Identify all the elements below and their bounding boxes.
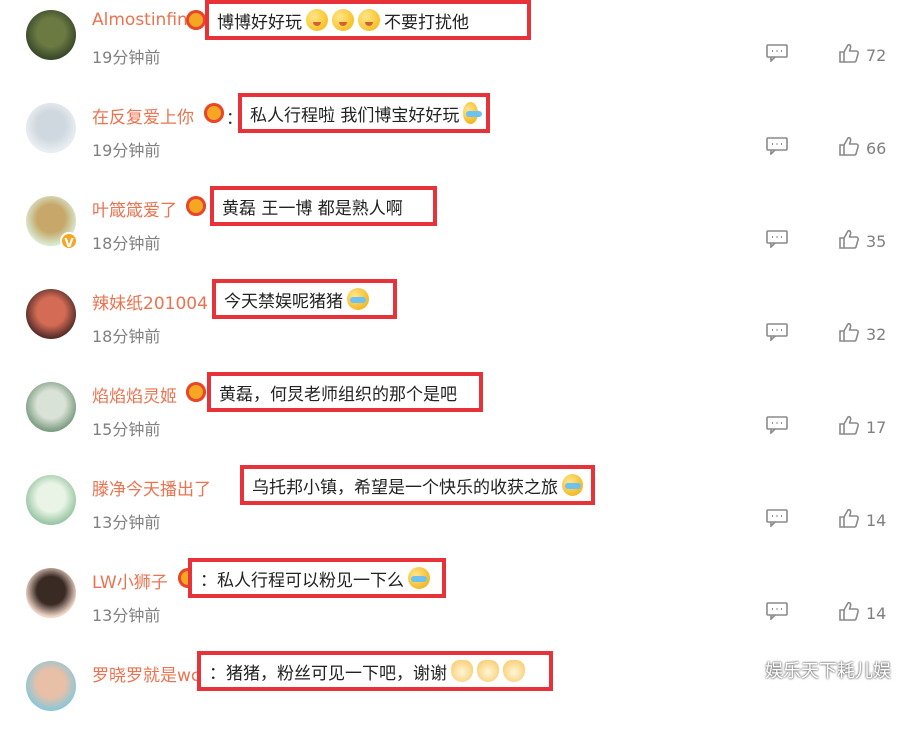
comment-row: V 叶箴箴爱了 黄磊 王一博 都是熟人啊 18分钟前 35 — [0, 186, 921, 279]
smiley-emoji-icon — [358, 9, 380, 31]
comment-text: 私人行程啦 我们博宝好好玩 — [250, 105, 460, 126]
vip-badge-icon — [186, 382, 206, 402]
comment-text: ：猪猪，粉丝可见一下吧，谢谢 — [209, 663, 447, 684]
commenter-name[interactable]: 滕净今天播出了吗 — [92, 475, 212, 500]
crying-emoji-icon — [562, 474, 583, 496]
like-count: 14 — [866, 604, 887, 623]
comment-time: 15分钟前 — [92, 420, 161, 439]
avatar[interactable] — [26, 382, 76, 432]
thumbs-up-icon[interactable] — [838, 414, 860, 436]
commenter-name[interactable]: 罗晓罗就是wc — [92, 661, 200, 686]
comment-text: 黄磊，何炅老师组织的那个是吧 — [219, 384, 457, 405]
watermark: 娱乐天下耗儿娱 — [765, 661, 891, 682]
cat-emoji-icon — [451, 660, 473, 682]
comment-row: Almostinfin：博博好好玩不要打扰他19分钟前72 — [0, 0, 921, 93]
comment-text-highlight: 私人行程啦 我们博宝好好玩 — [238, 93, 490, 133]
like-count: 66 — [866, 139, 887, 158]
comment-icon[interactable] — [766, 509, 788, 527]
commenter-name[interactable]: Almostinfin — [92, 10, 188, 30]
like-count: 35 — [866, 232, 887, 251]
vip-badge-icon — [204, 103, 224, 123]
like-count: 14 — [866, 511, 887, 530]
thumbs-up-icon[interactable] — [838, 600, 860, 622]
comment-text-highlight: ：私人行程可以粉见一下么 — [188, 558, 446, 598]
thumbs-up-icon[interactable] — [838, 228, 860, 250]
cat-emoji-icon — [503, 660, 525, 682]
cat-emoji-icon — [477, 660, 499, 682]
avatar[interactable] — [26, 10, 76, 60]
avatar[interactable] — [26, 103, 76, 153]
comment-text: 黄磊 王一博 都是熟人啊 — [222, 198, 403, 219]
thumbs-up-icon[interactable] — [838, 135, 860, 157]
crying-emoji-icon — [463, 102, 482, 124]
commenter-name[interactable]: 在反复爱上你 — [92, 103, 194, 128]
comment-icon[interactable] — [766, 416, 788, 434]
commenter-name[interactable]: 焰焰焰灵姬 — [92, 382, 177, 407]
smiley-emoji-icon — [332, 9, 354, 31]
like-count: 72 — [866, 46, 887, 65]
commenter-name[interactable]: 辣妹纸201004 — [92, 289, 208, 314]
verified-badge-icon: V — [60, 232, 78, 250]
comment-text-highlight: 乌托邦小镇，希望是一个快乐的收获之旅 — [240, 465, 595, 505]
avatar[interactable] — [26, 568, 76, 618]
comment-text-highlight: 博博好好玩 不要打扰他 — [205, 0, 531, 40]
comment-text: ：私人行程可以粉见一下么 — [200, 570, 404, 591]
comment-row: LW小狮子 ：私人行程可以粉见一下么 13分钟前 14 — [0, 558, 921, 651]
comment-text: 乌托邦小镇，希望是一个快乐的收获之旅 — [252, 477, 558, 498]
comment-time: 13分钟前 — [92, 513, 161, 532]
thumbs-up-icon[interactable] — [838, 507, 860, 529]
crying-emoji-icon — [347, 288, 369, 310]
comment-row: 焰焰焰灵姬 黄磊，何炅老师组织的那个是吧 15分钟前 17 — [0, 372, 921, 465]
comment-text: 今天禁娱呢猪猪 — [224, 291, 343, 312]
comment-text-extra: 不要打扰他 — [384, 12, 469, 33]
comment-time: 19分钟前 — [92, 48, 161, 67]
like-count: 32 — [866, 325, 887, 344]
avatar[interactable] — [26, 475, 76, 525]
comment-time: 13分钟前 — [92, 606, 161, 625]
comment-icon[interactable] — [766, 137, 788, 155]
comment-icon[interactable] — [766, 323, 788, 341]
comment-text: 博博好好玩 — [217, 12, 302, 33]
comment-time: 19分钟前 — [92, 141, 161, 160]
comment-icon[interactable] — [766, 44, 788, 62]
comment-text-highlight: 今天禁娱呢猪猪 — [212, 279, 397, 319]
comment-row: 滕净今天播出了吗 乌托邦小镇，希望是一个快乐的收获之旅 13分钟前 14 — [0, 465, 921, 558]
comment-time: 18分钟前 — [92, 234, 161, 253]
comment-icon[interactable] — [766, 230, 788, 248]
comment-text-highlight: ：猪猪，粉丝可见一下吧，谢谢 — [197, 651, 553, 691]
avatar[interactable] — [26, 661, 76, 711]
thumbs-up-icon[interactable] — [838, 42, 860, 64]
commenter-name[interactable]: 叶箴箴爱了 — [92, 196, 177, 221]
vip-badge-icon — [186, 196, 206, 216]
comment-time: 18分钟前 — [92, 327, 161, 346]
comment-row: 辣妹纸201004 今天禁娱呢猪猪 18分钟前 32 — [0, 279, 921, 372]
smiley-emoji-icon — [306, 9, 328, 31]
comment-text-highlight: 黄磊 王一博 都是熟人啊 — [210, 186, 437, 226]
comment-row: 在反复爱上你：私人行程啦 我们博宝好好玩 19分钟前 66 — [0, 93, 921, 186]
vip-badge-icon — [186, 10, 206, 30]
thumbs-up-icon[interactable] — [838, 321, 860, 343]
crying-emoji-icon — [408, 567, 430, 589]
like-count: 17 — [866, 418, 887, 437]
commenter-name[interactable]: LW小狮子 — [92, 568, 168, 593]
avatar[interactable] — [26, 289, 76, 339]
comment-text-highlight: 黄磊，何炅老师组织的那个是吧 — [207, 372, 483, 412]
comment-icon[interactable] — [766, 602, 788, 620]
